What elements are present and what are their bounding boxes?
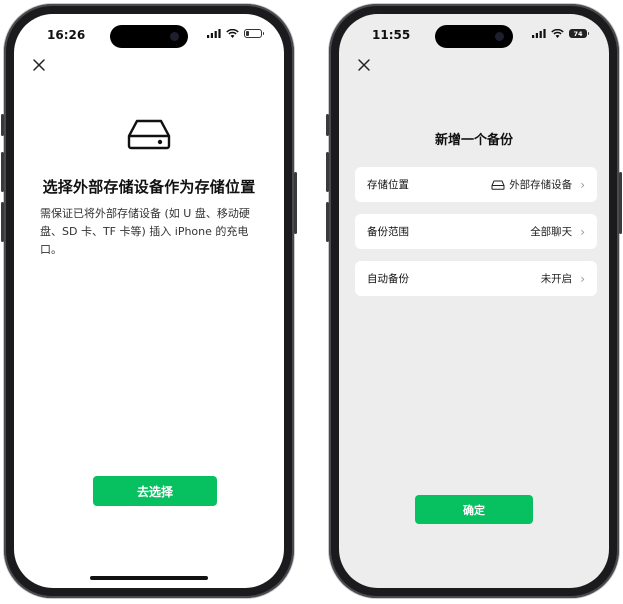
side-button	[1, 114, 4, 136]
battery-level: 74	[573, 29, 583, 38]
setting-value-text: 全部聊天	[530, 226, 573, 238]
battery-icon	[244, 29, 264, 38]
status-time: 11:55	[372, 28, 411, 42]
signal-icon	[532, 29, 546, 38]
confirm-button[interactable]: 确定	[415, 495, 533, 524]
side-button	[619, 172, 622, 234]
setting-label: 存储位置	[367, 179, 409, 191]
chevron-right-icon: ›	[580, 271, 585, 286]
side-button	[1, 202, 4, 242]
setting-backup-scope[interactable]: 备份范围 全部聊天 ›	[355, 214, 597, 249]
status-time: 16:26	[47, 28, 86, 42]
setting-value-text: 未开启	[540, 273, 573, 285]
setting-value: 全部聊天 ›	[530, 224, 585, 239]
page-title: 新增一个备份	[434, 133, 513, 148]
setting-value-text: 外部存储设备	[509, 179, 573, 191]
phone-right: 11:55 74 新增一个备份 存储位置 外部存储设备 › 备份范围 全部聊天 …	[326, 4, 622, 598]
description-text: 需保证已将外部存储设备 (如 U 盘、移动硬盘、SD 卡、TF 卡等) 插入 i…	[40, 207, 250, 256]
setting-storage-location[interactable]: 存储位置 外部存储设备 ›	[355, 167, 597, 202]
setting-value: 外部存储设备 ›	[491, 177, 585, 192]
dynamic-island	[110, 25, 188, 48]
phone-left: 16:26 选择外部存储设备作为存储位置 需保证已将外部存储设备 (如 U 盘、…	[1, 4, 297, 598]
status-icons	[207, 29, 264, 38]
chevron-right-icon: ›	[580, 177, 585, 192]
page-title: 选择外部存储设备作为存储位置	[42, 178, 256, 196]
wifi-icon	[226, 29, 239, 38]
select-button[interactable]: 去选择	[93, 476, 217, 506]
setting-label: 备份范围	[367, 226, 409, 238]
screen-right: 11:55 74 新增一个备份 存储位置 外部存储设备 › 备份范围 全部聊天 …	[339, 14, 609, 588]
wifi-icon	[551, 29, 564, 38]
side-button	[326, 114, 329, 136]
setting-value: 未开启 ›	[541, 271, 585, 286]
chevron-right-icon: ›	[580, 224, 585, 239]
side-button	[294, 172, 297, 234]
dynamic-island	[435, 25, 513, 48]
side-button	[326, 202, 329, 242]
side-button	[1, 152, 4, 192]
status-icons: 74	[532, 29, 589, 38]
close-icon[interactable]	[30, 56, 48, 74]
close-icon[interactable]	[355, 56, 373, 74]
screen-left: 16:26 选择外部存储设备作为存储位置 需保证已将外部存储设备 (如 U 盘、…	[14, 14, 284, 588]
hard-drive-icon	[491, 180, 505, 190]
side-button	[326, 152, 329, 192]
setting-label: 自动备份	[367, 273, 409, 285]
home-indicator[interactable]	[90, 576, 208, 580]
hard-drive-icon	[127, 119, 171, 150]
signal-icon	[207, 29, 221, 38]
setting-auto-backup[interactable]: 自动备份 未开启 ›	[355, 261, 597, 296]
battery-icon: 74	[569, 29, 589, 38]
